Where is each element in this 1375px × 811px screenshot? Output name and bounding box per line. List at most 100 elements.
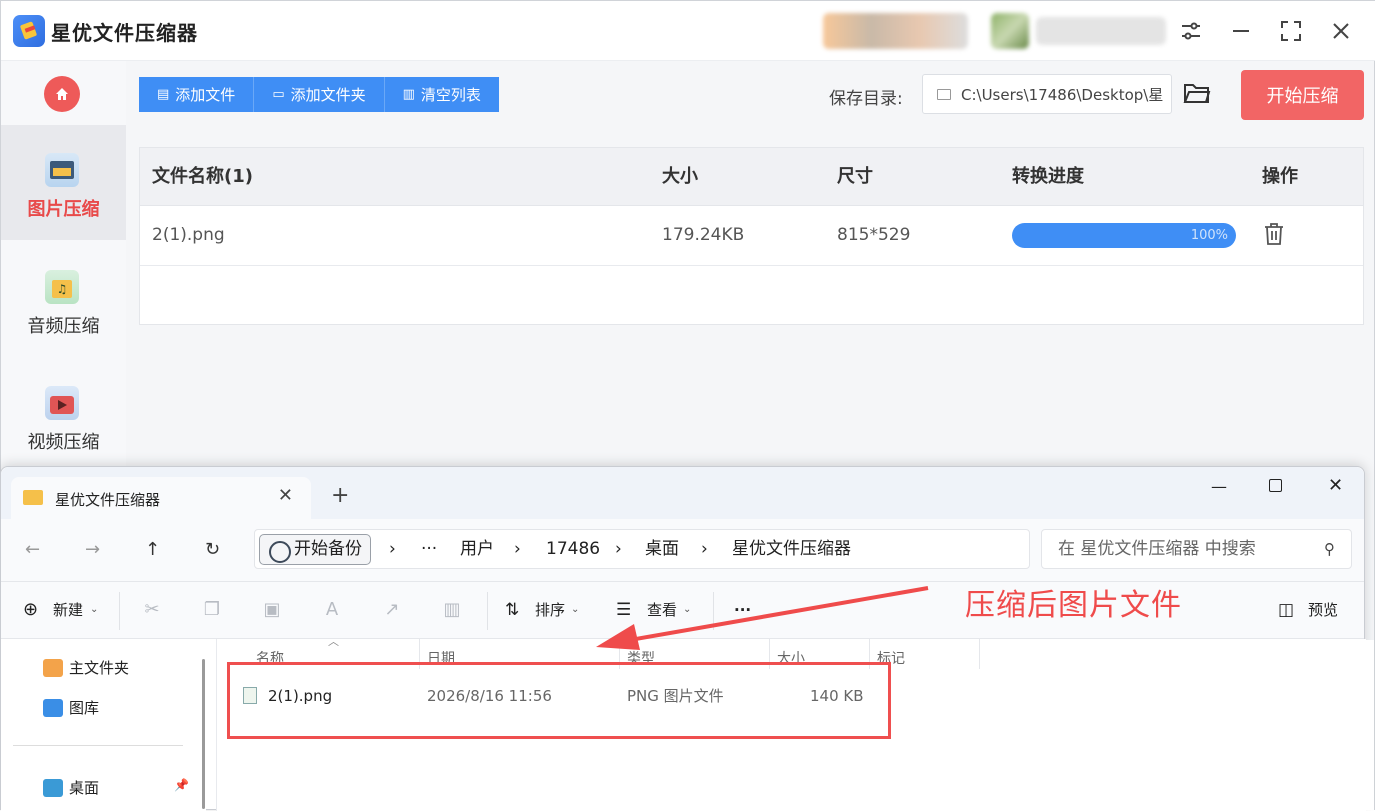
settings-icon[interactable] xyxy=(1176,16,1206,46)
video-icon xyxy=(45,386,79,420)
search-placeholder: 在 星优文件压缩器 中搜索 xyxy=(1058,539,1256,559)
audio-icon: ♫ xyxy=(45,270,79,304)
file-icon: ▤ xyxy=(157,87,170,102)
address-bar[interactable]: 开始备份 › ··· 用户 › 17486 › 桌面 › 星优文件压缩器 xyxy=(254,529,1030,569)
progress-bar: 100% xyxy=(1012,223,1236,248)
breadcrumb-desktop[interactable]: 桌面 xyxy=(645,539,679,559)
tab-close-icon[interactable]: ✕ xyxy=(278,485,293,506)
home-button[interactable] xyxy=(44,76,80,112)
copy-icon[interactable]: ❐ xyxy=(201,600,223,620)
chevron-right-icon: › xyxy=(389,539,396,559)
new-tab-icon[interactable]: + xyxy=(331,485,349,507)
sidebar-item-image[interactable]: 图片压缩 xyxy=(1,125,126,240)
paste-icon[interactable]: ▣ xyxy=(261,600,283,620)
chevron-down-icon: ⌄ xyxy=(571,604,580,615)
minimize-icon[interactable]: — xyxy=(1211,477,1227,496)
explorer-tab-bar: 星优文件压缩器 ✕ + — ✕ xyxy=(1,467,1364,519)
clear-list-button[interactable]: ▥ 清空列表 xyxy=(384,77,499,112)
add-file-button[interactable]: ▤ 添加文件 xyxy=(139,77,255,112)
chevron-down-icon: ⌄ xyxy=(90,604,99,615)
save-path-field[interactable]: C:\Users\17486\Desktop\星 xyxy=(922,74,1172,114)
nav-label: 主文件夹 xyxy=(69,659,130,677)
sidebar-item-audio[interactable]: ♫ 音频压缩 xyxy=(1,242,126,357)
app-logo-icon xyxy=(13,15,45,47)
close-icon[interactable] xyxy=(1326,16,1356,46)
new-icon: ⊕ xyxy=(23,599,39,620)
chevron-right-icon: › xyxy=(701,539,708,559)
delete-icon[interactable] xyxy=(1263,222,1285,251)
navigation-pane: 主文件夹 图库 桌面 📌 xyxy=(1,639,206,811)
trash-icon: ▥ xyxy=(402,87,415,102)
new-button[interactable]: 新建 xyxy=(53,600,83,620)
sort-button[interactable]: 排序 xyxy=(535,600,565,620)
file-table: 文件名称(1) 大小 尺寸 转换进度 操作 2(1).png 179.24KB … xyxy=(139,147,1364,325)
backup-button[interactable]: 开始备份 xyxy=(259,534,371,565)
divider xyxy=(13,745,183,746)
up-icon[interactable]: ↑ xyxy=(145,539,160,560)
tab-title: 星优文件压缩器 xyxy=(55,491,161,509)
blurred-username xyxy=(1036,17,1166,45)
main-toolbar: ▤ 添加文件 ▭ 添加文件夹 ▥ 清空列表 xyxy=(139,77,499,112)
add-folder-button[interactable]: ▭ 添加文件夹 xyxy=(254,77,385,112)
nav-item-gallery[interactable]: 图库 xyxy=(43,697,99,718)
annotation-arrow xyxy=(596,586,929,650)
breadcrumb-ellipsis[interactable]: ··· xyxy=(421,539,437,559)
add-file-label: 添加文件 xyxy=(175,86,236,104)
highlight-box xyxy=(227,662,891,739)
close-icon[interactable]: ✕ xyxy=(1328,475,1343,496)
sidebar-item-video[interactable]: 视频压缩 xyxy=(1,358,126,473)
maximize-icon[interactable] xyxy=(1269,479,1282,492)
table-header: 文件名称(1) 大小 尺寸 转换进度 操作 xyxy=(140,148,1363,206)
chevron-right-icon: › xyxy=(514,539,521,559)
column-divider xyxy=(979,639,980,669)
sidebar-item-label: 图片压缩 xyxy=(27,199,100,220)
save-path-text: C:\Users\17486\Desktop\星 xyxy=(961,85,1164,104)
delete-icon[interactable]: ▥ xyxy=(441,600,463,620)
rename-icon[interactable]: A xyxy=(321,600,343,620)
open-folder-icon[interactable] xyxy=(1183,81,1211,107)
address-row: ← → ↑ ↻ 开始备份 › ··· 用户 › 17486 › 桌面 › 星优文… xyxy=(1,519,1364,581)
refresh-icon[interactable]: ↻ xyxy=(205,539,220,560)
divider xyxy=(119,592,120,630)
table-row[interactable]: 2(1).png 179.24KB 815*529 100% xyxy=(140,206,1363,266)
search-icon: ⚲ xyxy=(1324,540,1335,558)
start-compress-button[interactable]: 开始压缩 xyxy=(1241,70,1364,120)
nav-item-desktop[interactable]: 桌面 xyxy=(43,777,99,798)
col-actions: 操作 xyxy=(1262,166,1298,187)
explorer-scrollbar[interactable] xyxy=(1362,640,1374,810)
explorer-tab[interactable]: 星优文件压缩器 ✕ xyxy=(11,477,311,519)
file-dimensions: 815*529 xyxy=(837,225,911,245)
breadcrumb-users[interactable]: 用户 xyxy=(460,539,494,559)
search-input[interactable]: 在 星优文件压缩器 中搜索 ⚲ xyxy=(1041,529,1352,569)
gallery-icon xyxy=(43,698,63,717)
folder-icon: ▭ xyxy=(272,87,285,102)
breadcrumb-user[interactable]: 17486 xyxy=(546,539,600,559)
sidebar: 图片压缩 ♫ 音频压缩 视频压缩 xyxy=(1,61,126,471)
breadcrumb-folder[interactable]: 星优文件压缩器 xyxy=(732,539,851,559)
image-icon xyxy=(45,153,79,187)
sidebar-item-label: 视频压缩 xyxy=(27,432,100,453)
nav-scrollbar[interactable] xyxy=(202,659,205,809)
preview-button[interactable]: 预览 xyxy=(1308,600,1338,620)
save-directory-label: 保存目录: xyxy=(829,89,903,109)
maximize-icon[interactable] xyxy=(1276,16,1306,46)
title-bar: 星优文件压缩器 xyxy=(1,1,1375,61)
preview-pane-icon: ◫ xyxy=(1278,600,1295,620)
home-icon xyxy=(56,88,68,100)
forward-icon[interactable]: → xyxy=(85,539,100,560)
nav-label: 桌面 xyxy=(69,779,100,797)
home-icon xyxy=(43,658,63,677)
chevron-right-icon: › xyxy=(615,539,622,559)
pin-icon: 📌 xyxy=(174,778,189,792)
col-size: 大小 xyxy=(662,166,698,187)
sort-arrow-icon: ︿ xyxy=(328,635,339,648)
cut-icon[interactable]: ✂ xyxy=(141,600,163,620)
back-icon[interactable]: ← xyxy=(25,539,40,560)
nav-item-home[interactable]: 主文件夹 xyxy=(43,657,129,678)
share-icon[interactable]: ↗ xyxy=(381,600,403,620)
clear-list-label: 清空列表 xyxy=(420,86,481,104)
minimize-icon[interactable] xyxy=(1226,16,1256,46)
file-name: 2(1).png xyxy=(152,225,225,245)
desktop-icon xyxy=(43,778,63,797)
divider xyxy=(487,592,488,630)
